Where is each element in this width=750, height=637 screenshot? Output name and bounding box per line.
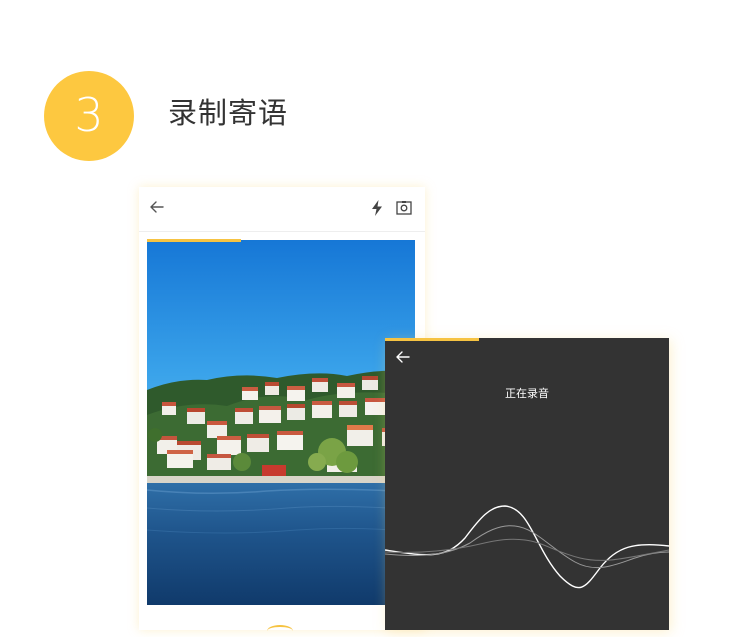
photo-screen: [139, 187, 425, 630]
photo-topbar: [139, 187, 425, 232]
step-title: 录制寄语: [168, 96, 289, 130]
recording-screen: 正在录音: [385, 338, 669, 630]
back-arrow-icon[interactable]: [149, 199, 165, 215]
switch-camera-icon[interactable]: [396, 200, 412, 216]
back-arrow-icon[interactable]: [395, 349, 411, 365]
recording-progress-bar: [147, 239, 241, 242]
shutter-button-edge[interactable]: [267, 625, 293, 637]
flash-icon[interactable]: [370, 200, 384, 216]
step-number-badge: 3: [44, 71, 134, 161]
audio-waveform: [385, 505, 669, 589]
step-number: 3: [74, 88, 104, 142]
lakeside-town-photo: [147, 240, 415, 605]
recording-progress-bar: [385, 338, 479, 341]
recording-status: 正在录音: [505, 387, 549, 400]
